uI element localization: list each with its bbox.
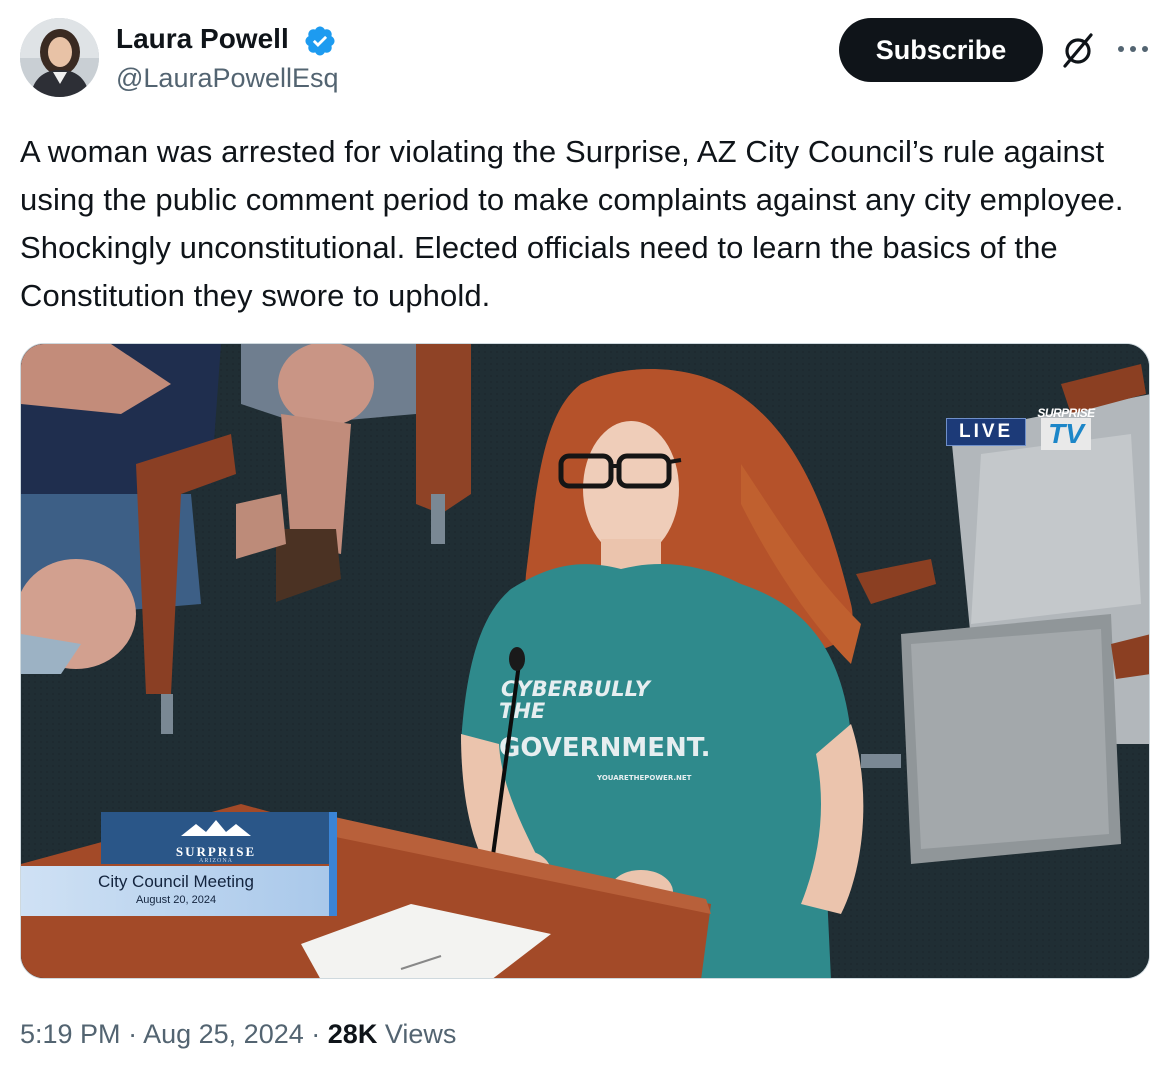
avatar[interactable] [20,18,99,97]
more-horizontal-icon[interactable] [1112,31,1154,67]
lower-third-date: August 20, 2024 [135,894,217,906]
tweet-date[interactable]: Aug 25, 2024 [143,1019,304,1049]
verified-badge-icon [305,26,335,56]
tv-logo-tv: TV [1041,418,1091,450]
slashed-circle-icon[interactable] [1057,29,1099,71]
tweet-text: A woman was arrested for violating the S… [20,134,1124,313]
avatar-image [20,18,99,97]
author-handle[interactable]: @LauraPowellEsq [116,62,339,94]
mountains-icon [181,820,251,836]
subscribe-button[interactable]: Subscribe [839,18,1043,82]
lower-third-title: City Council Meeting [98,872,254,891]
meta-separator: · [128,1019,138,1049]
live-badge: LIVE [946,418,1027,446]
shirt-text-line-3: GOVERNMENT. [499,733,710,763]
lower-third-brand-sub: ARIZONA [199,858,233,864]
shirt-text-line-1: CYBERBULLY [501,677,652,701]
author-name[interactable]: Laura Powell [116,22,289,56]
surprise-tv-logo: SURPRISE TV [1033,406,1099,456]
lower-third-banner: SURPRISE ARIZONA City Council Meeting Au… [21,812,351,918]
meta-separator: · [311,1019,321,1049]
tweet-video[interactable]: CYBERBULLY THE GOVERNMENT. YOUARETHEPOWE… [20,343,1150,979]
tweet-card: Laura Powell @LauraPowellEsq Subscribe A… [0,0,1170,1066]
tweet-time[interactable]: 5:19 PM [20,1019,121,1049]
views-label: Views [384,1019,457,1049]
shirt-text-line-2: THE [499,699,546,723]
tweet-meta: 5:19 PM · Aug 25, 2024 · 28K Views [20,1016,456,1052]
shirt-text-line-4: YOUARETHEPOWER.NET [596,774,692,782]
views-count: 28K [327,1019,378,1049]
